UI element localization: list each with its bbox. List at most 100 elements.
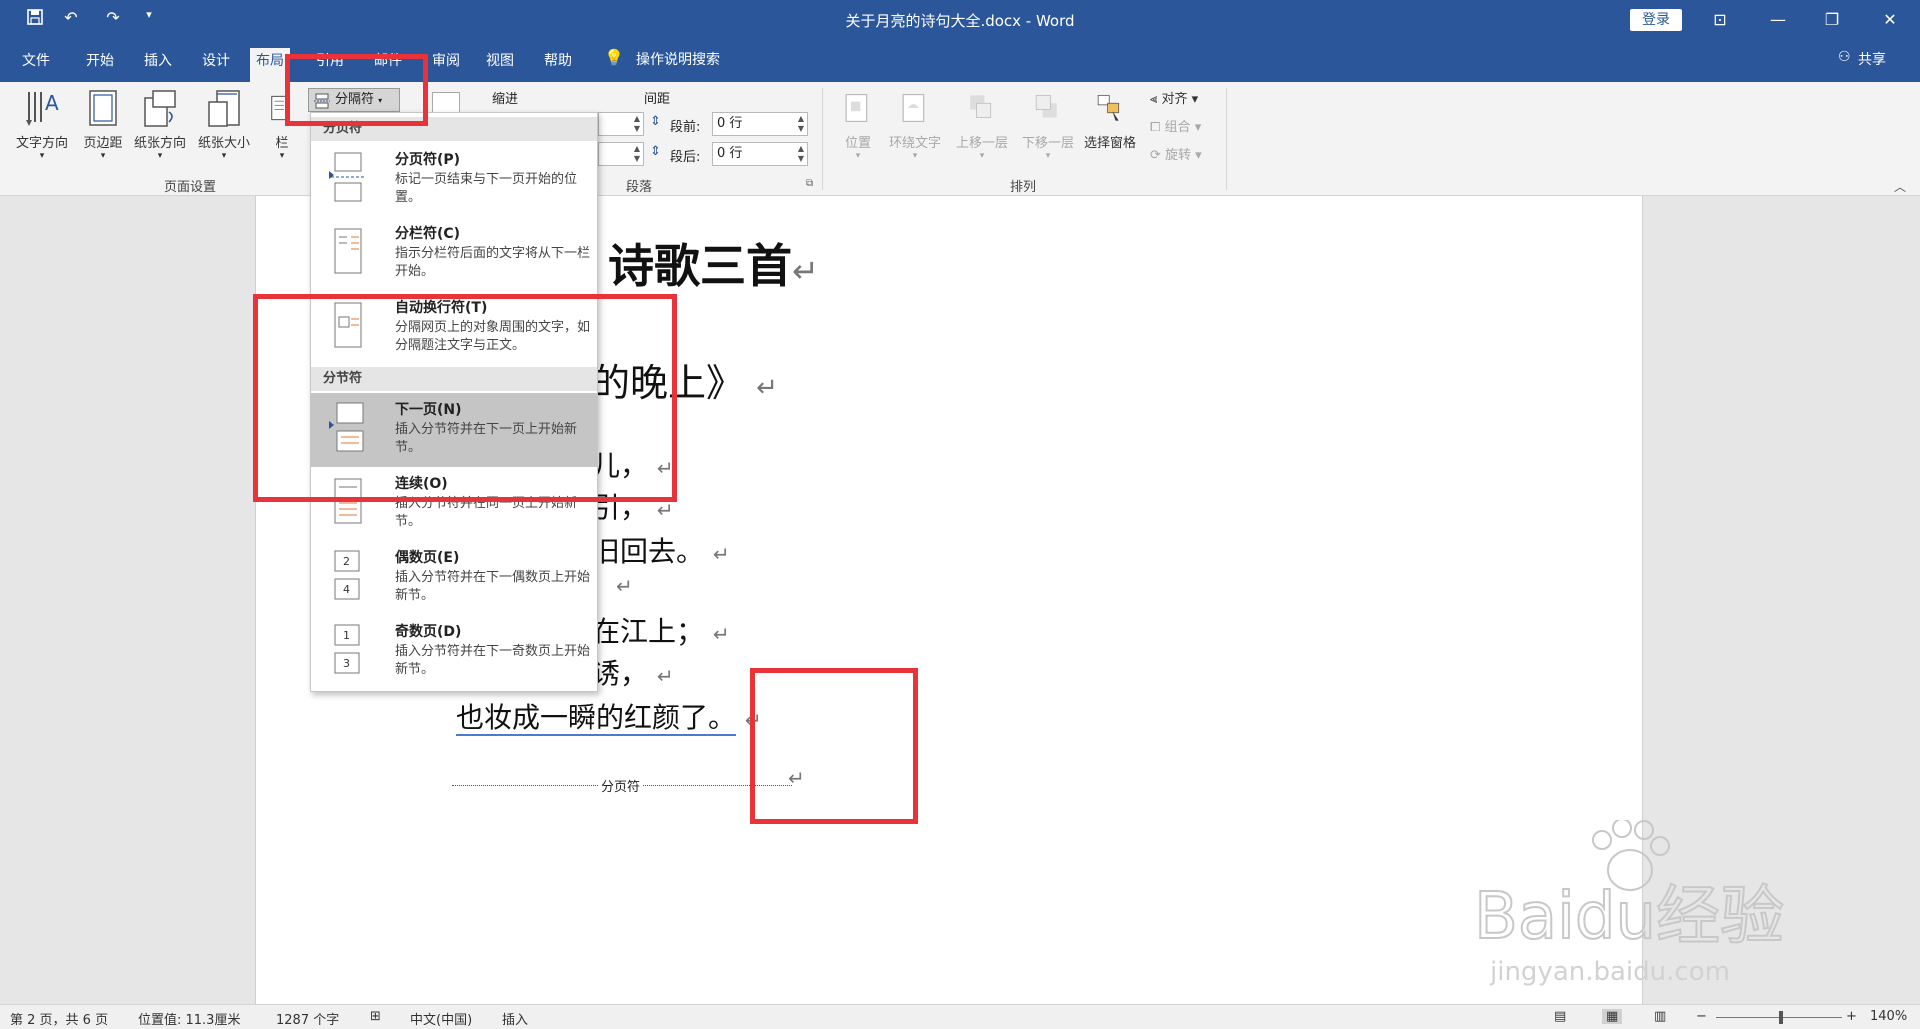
collapse-ribbon-icon[interactable]: ︿: [1894, 178, 1906, 195]
even-page-option[interactable]: 24 偶数页(E) 插入分节符并在下一偶数页上开始新节。: [311, 541, 597, 615]
tab-review[interactable]: 审阅: [426, 48, 466, 82]
web-layout-icon[interactable]: ▥: [1654, 1009, 1666, 1024]
share-button[interactable]: 共享: [1858, 49, 1886, 69]
margins-label: 页边距: [83, 136, 123, 151]
restore-icon[interactable]: ❐: [1812, 6, 1852, 34]
odd-page-title: 奇数页(D): [395, 624, 462, 640]
poem-line[interactable]: 在江上； ↵: [592, 610, 730, 650]
close-icon[interactable]: ✕: [1870, 6, 1910, 34]
ribbon-display-icon[interactable]: ⊡: [1700, 6, 1740, 34]
svg-text:4: 4: [343, 583, 350, 596]
rotate-button[interactable]: ⟳ 旋转 ▾: [1150, 144, 1202, 163]
group-separator: [1226, 88, 1227, 190]
proofing-icon[interactable]: ⊞: [370, 1009, 381, 1024]
paragraph-mark: ↵: [656, 664, 674, 688]
document-heading[interactable]: 诗歌三首↵: [608, 230, 819, 296]
bring-forward-label: 上移一层: [955, 136, 1008, 151]
size-button[interactable]: 纸张大小 ▾: [192, 88, 256, 161]
column-break-icon: [334, 228, 362, 274]
page-break-title: 分页符(P): [395, 152, 461, 168]
position-label: 位置: [844, 136, 871, 151]
selection-pane-icon: [1097, 94, 1120, 121]
rotate-label: 旋转: [1165, 148, 1192, 163]
send-backward-button[interactable]: 下移一层 ▾: [1016, 88, 1080, 161]
orientation-button[interactable]: 纸张方向 ▾: [128, 88, 192, 161]
page-count[interactable]: 第 2 页，共 6 页: [10, 1009, 108, 1028]
column-break-option[interactable]: 分栏符(C) 指示分栏符后面的文字将从下一栏开始。: [311, 217, 597, 291]
indent-left-field[interactable]: ▲ ▼: [598, 112, 644, 136]
tell-me-search[interactable]: 操作说明搜索: [636, 49, 720, 69]
insert-mode[interactable]: 插入: [502, 1009, 528, 1028]
paragraph-mark: ↵: [792, 252, 819, 290]
login-button[interactable]: 登录: [1630, 9, 1682, 31]
text-direction-button[interactable]: A 文字方向 ▾: [10, 88, 74, 161]
zoom-slider-thumb[interactable]: [1779, 1011, 1783, 1024]
align-button[interactable]: ⫷ 对齐 ▾: [1150, 88, 1198, 107]
paragraph-dialog-launcher-icon[interactable]: ⧉: [806, 178, 813, 189]
odd-page-option[interactable]: 13 奇数页(D) 插入分节符并在下一奇数页上开始新节。: [311, 615, 597, 689]
page-break-option[interactable]: 分页符(P) 标记一页结束与下一页开始的位置。: [311, 143, 597, 217]
wrap-text-button[interactable]: 环绕文字 ▾: [882, 88, 948, 161]
poem-line[interactable]: 旧回去。 ↵: [592, 530, 730, 570]
bring-forward-icon: [970, 95, 992, 118]
poem-line-text: 在江上；: [592, 615, 705, 648]
tab-file[interactable]: 文件: [16, 48, 56, 82]
indent-label: 缩进: [492, 92, 519, 107]
spacing-before-label: 段前:: [670, 120, 701, 135]
size-label: 纸张大小: [197, 136, 250, 151]
group-button[interactable]: ⧠ 组合 ▾: [1150, 116, 1201, 135]
paragraph-mark: ↵: [616, 574, 633, 598]
page-setup-group-label: 页面设置: [164, 180, 217, 195]
wrap-text-label: 环绕文字: [888, 136, 941, 151]
group-label: 组合: [1164, 120, 1191, 135]
zoom-out-icon[interactable]: −: [1696, 1009, 1707, 1024]
read-mode-icon[interactable]: ▤: [1554, 1009, 1566, 1024]
position-icon: [845, 93, 868, 123]
svg-text:2: 2: [343, 555, 350, 568]
poem-line[interactable]: 也妆成一瞬的红颜了。 ↵: [456, 696, 762, 736]
tab-design[interactable]: 设计: [196, 48, 236, 82]
text-direction-icon: A: [26, 91, 59, 126]
spin-arrows-icon: ▲ ▼: [797, 144, 804, 163]
tab-home[interactable]: 开始: [80, 48, 120, 82]
margins-icon: [89, 90, 117, 126]
zoom-in-icon[interactable]: +: [1846, 1009, 1857, 1024]
column-break-title: 分栏符(C): [395, 226, 461, 242]
spacing-label: 间距: [644, 92, 671, 107]
orientation-label: 纸张方向: [133, 136, 186, 151]
paragraph-mark: ↵: [712, 622, 730, 646]
lightbulb-icon: 💡: [604, 48, 624, 67]
odd-page-desc: 插入分节符并在下一奇数页上开始新节。: [395, 644, 591, 677]
spacing-before-value: 0 行: [717, 116, 743, 131]
send-backward-icon: [1035, 94, 1057, 118]
align-label: 对齐: [1161, 92, 1188, 107]
tab-insert[interactable]: 插入: [138, 48, 178, 82]
tab-view[interactable]: 视图: [480, 48, 520, 82]
word-count[interactable]: 1287 个字: [276, 1009, 339, 1028]
language-indicator[interactable]: 中文(中国): [410, 1009, 472, 1028]
group-separator: [822, 88, 823, 190]
poem-line-text: 诱，: [592, 657, 649, 690]
page-break-label: 分页符: [598, 776, 644, 795]
column-break-desc: 指示分栏符后面的文字将从下一栏开始。: [395, 246, 591, 279]
zoom-level[interactable]: 140%: [1870, 1009, 1907, 1024]
tab-help[interactable]: 帮助: [538, 48, 578, 82]
title-bar: ↶ ↷ ▾ 关于月亮的诗句大全.docx - Word 登录 ⊡ — ❐ ✕: [0, 0, 1920, 40]
bring-forward-button[interactable]: 上移一层 ▾: [950, 88, 1014, 161]
paper-size-icon: [208, 90, 240, 127]
print-layout-icon[interactable]: ▦: [1602, 1009, 1623, 1024]
spacing-before-icon: ⇕: [650, 114, 661, 129]
align-icon: ⫷: [1150, 92, 1162, 107]
minimize-icon[interactable]: —: [1758, 6, 1798, 34]
poem-line[interactable]: 诱， ↵: [592, 652, 674, 692]
spacing-before-field[interactable]: 0 行 ▲ ▼: [712, 112, 808, 136]
spacing-after-field[interactable]: 0 行 ▲ ▼: [712, 142, 808, 166]
indent-right-field[interactable]: ▲ ▼: [598, 142, 644, 166]
tab-layout[interactable]: 布局: [250, 48, 290, 82]
person-icon: ⚇: [1838, 49, 1851, 65]
empty-paragraph[interactable]: ↵: [616, 574, 633, 598]
margins-button[interactable]: 页边距 ▾: [78, 88, 128, 161]
spacing-after-label: 段后:: [670, 150, 701, 165]
position-button[interactable]: 位置 ▾: [836, 88, 880, 161]
selection-pane-button[interactable]: 选择窗格: [1078, 88, 1142, 151]
